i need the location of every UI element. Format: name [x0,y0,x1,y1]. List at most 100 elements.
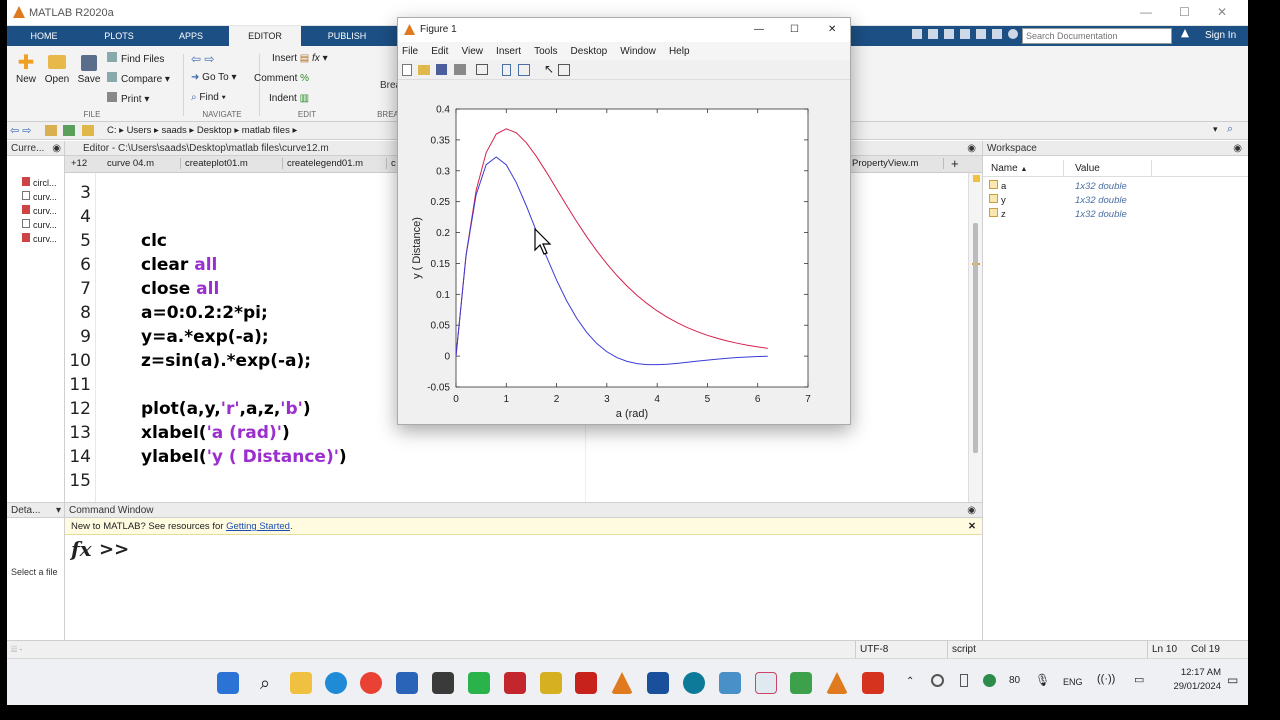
pro-app-icon[interactable] [540,672,562,694]
clock-date[interactable]: 29/01/2024 [1163,681,1221,692]
workspace-row[interactable]: y 1x32 double [989,194,1244,208]
figure-minimize-icon[interactable]: — [754,18,764,42]
name-column-header[interactable]: Name ▲ [991,160,1027,178]
autocad-icon[interactable] [504,672,526,694]
breadcrumb[interactable]: C: ▸ Users ▸ saads ▸ Desktop ▸ matlab fi… [107,125,297,136]
new-figure-icon[interactable] [402,64,412,76]
search-icon[interactable]: ⌕ [1227,123,1233,136]
maximize-icon[interactable]: ☐ [1179,5,1190,19]
solidworks-icon[interactable] [575,672,597,694]
comment-button[interactable]: Comment % [254,73,309,84]
tab-editor[interactable]: EDITOR [229,26,301,46]
close-icon[interactable]: ✕ [1217,5,1227,19]
tab-createplot01[interactable]: createplot01.m [185,158,283,169]
menu-desktop[interactable]: Desktop [571,43,608,61]
up-folder-icon[interactable] [45,125,57,136]
find-files-button[interactable]: Find Files [107,52,164,65]
nav-arrows-icon[interactable]: ⇦ ⇨ [10,124,32,137]
security-icon[interactable] [983,674,996,687]
more-tabs-indicator[interactable]: +12 [71,158,87,169]
workspace-row[interactable]: z 1x32 double [989,208,1244,222]
sign-in-link[interactable]: Sign In [1205,26,1236,46]
snipping-tool-icon[interactable] [755,672,777,694]
toolbar-redo-icon[interactable] [992,29,1002,39]
matlab-taskbar-icon[interactable] [611,672,633,694]
menu-file[interactable]: File [402,43,418,61]
app-s-icon[interactable] [719,672,741,694]
wifi-icon[interactable]: ((·)) [1097,673,1115,685]
figure-close-icon[interactable]: ✕ [828,18,836,42]
print-figure-icon[interactable] [454,64,466,75]
figure-maximize-icon[interactable]: ☐ [790,18,799,42]
editor-scrollbar[interactable] [968,173,982,502]
tab-partial[interactable]: c [391,158,396,169]
minimize-icon[interactable]: — [1140,5,1152,19]
back-forward-arrows[interactable]: ⇦ ⇨ [191,52,214,66]
menu-edit[interactable]: Edit [431,43,448,61]
clock-time[interactable]: 12:17 AM [1163,667,1221,678]
panel-menu-icon[interactable]: ◉ [967,141,976,156]
chrome-icon[interactable] [360,672,382,694]
pointer-icon[interactable]: ↖ [544,62,554,76]
tray-chevron-icon[interactable]: ⌃ [906,676,914,687]
store-icon[interactable] [396,672,418,694]
new-button[interactable]: ✚ New [12,52,40,85]
tab-home[interactable]: HOME [17,26,71,46]
save-button[interactable]: Save [75,52,103,85]
microphone-icon[interactable]: 🎙 [1035,673,1050,687]
toolbar-cut-icon[interactable] [928,29,938,39]
colorbar-icon[interactable] [502,64,511,76]
app-c-icon[interactable] [862,672,884,694]
chevron-down-icon[interactable]: ▾ [56,503,61,518]
value-column-header[interactable]: Value [1075,160,1100,177]
panel-menu-icon[interactable]: ◉ [1233,141,1242,156]
print-button[interactable]: Print ▾ [107,92,149,105]
link-plot-icon[interactable] [476,64,488,75]
go-to-button[interactable]: ➜ Go To ▾ [191,72,236,83]
tab-publish[interactable]: PUBLISH [317,26,377,46]
legend-icon[interactable] [518,64,530,76]
plot-svg[interactable]: 0 1 2 3 4 5 6 7-0.0500.050.10.150.20.250.30.350… [398,81,850,424]
toolbar-paste-icon[interactable] [960,29,970,39]
notification-bell-icon[interactable] [1181,29,1189,38]
tab-createlegend01[interactable]: createlegend01.m [287,158,387,169]
tab-curve04[interactable]: curve 04.m [107,158,181,169]
solid-edge-icon[interactable] [647,672,669,694]
file-item[interactable]: curv... [22,204,64,218]
panel-menu-icon[interactable]: ◉ [52,141,61,156]
toolbar-undo-icon[interactable] [976,29,986,39]
taskbar-search-icon[interactable]: ⌕ [254,672,276,694]
find-button[interactable]: ⌕ Find ▾ [191,92,226,103]
property-inspector-icon[interactable] [558,64,570,76]
open-file-icon[interactable] [418,65,430,75]
getting-started-link[interactable]: Getting Started [226,521,290,532]
windows-start-icon[interactable] [217,672,239,694]
matlab-second-icon[interactable] [826,672,848,694]
tab-apps[interactable]: APPS [164,26,218,46]
menu-tools[interactable]: Tools [534,43,557,61]
notifications-icon[interactable]: ▭ [1227,673,1238,687]
menu-view[interactable]: View [461,43,483,61]
open-button[interactable]: Open [43,52,71,85]
code-analyzer-indicator[interactable] [973,175,980,182]
file-item[interactable]: curv... [22,218,64,232]
panel-menu-icon[interactable]: ◉ [967,503,976,518]
file-item[interactable]: curv... [22,232,64,246]
file-item[interactable]: circl... [22,176,64,190]
app-cube-icon[interactable] [432,672,454,694]
usb-icon[interactable] [960,674,968,687]
compare-button[interactable]: Compare ▾ [107,72,170,85]
menu-window[interactable]: Window [620,43,656,61]
toolbar-save-icon[interactable] [912,29,922,39]
file-explorer-icon[interactable] [290,672,312,694]
edge-icon[interactable] [325,672,347,694]
save-figure-icon[interactable] [436,64,447,75]
indent-button[interactable]: Indent ▥ [269,93,309,104]
help-icon[interactable] [1008,29,1018,39]
command-prompt[interactable]: >> [99,539,129,560]
insert-button[interactable]: Insert ▤ fx ▾ [272,53,328,64]
battery-icon[interactable]: ▭ [1134,673,1144,686]
add-tab-icon[interactable]: + [951,156,959,171]
menu-insert[interactable]: Insert [496,43,521,61]
search-documentation-input[interactable] [1022,28,1172,44]
